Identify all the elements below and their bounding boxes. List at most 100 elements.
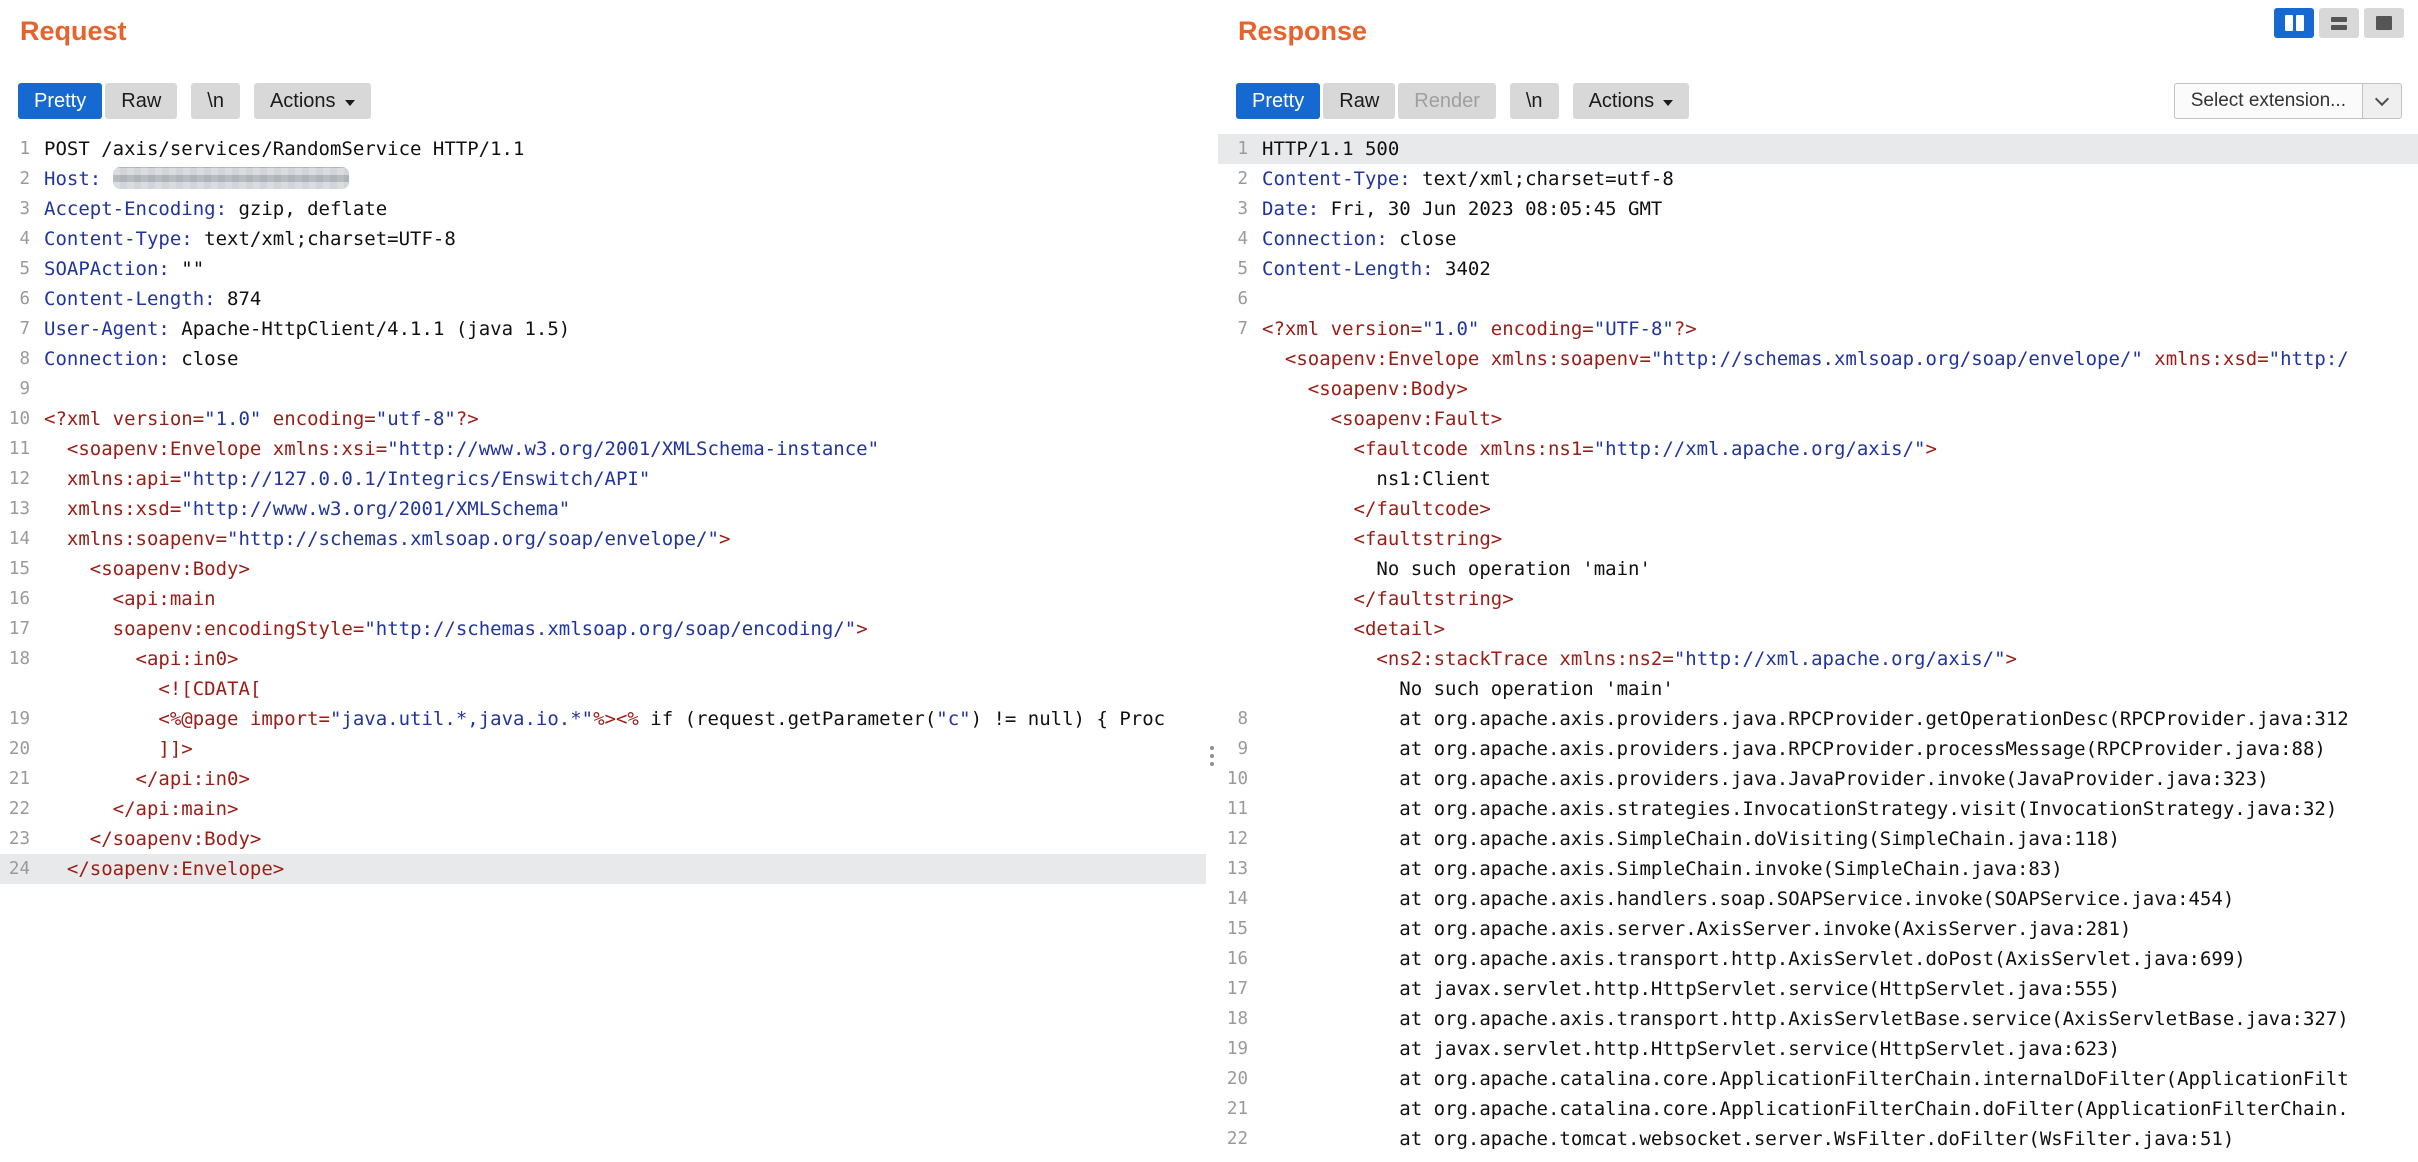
code-line: <faultstring>: [1218, 524, 2418, 554]
line-number: 18: [1218, 1004, 1248, 1034]
line-number: [1218, 464, 1248, 494]
line-number: 13: [1218, 854, 1248, 884]
code-line: 19 at javax.servlet.http.HttpServlet.ser…: [1218, 1034, 2418, 1064]
code-line-content: POST /axis/services/RandomService HTTP/1…: [44, 134, 524, 164]
code-line: 4Connection: close: [1218, 224, 2418, 254]
code-line-content: <ns2:stackTrace xmlns:ns2="http://xml.ap…: [1262, 644, 2017, 674]
response-pane: Response PrettyRawRender\nActions Select…: [1218, 0, 2418, 1162]
line-number: 21: [1218, 1094, 1248, 1124]
code-line-content: at javax.servlet.http.HttpServlet.servic…: [1262, 1034, 2120, 1064]
request-tab-newline[interactable]: \n: [191, 83, 240, 119]
chevron-down-icon: [2375, 91, 2389, 105]
response-tab-raw[interactable]: Raw: [1323, 83, 1395, 119]
response-tab-actions[interactable]: Actions: [1573, 83, 1690, 119]
code-line: 7User-Agent: Apache-HttpClient/4.1.1 (ja…: [0, 314, 1206, 344]
line-number: 19: [1218, 1034, 1248, 1064]
code-line: 7 <?xml version="1.0" encoding="UTF-8"?>: [1218, 314, 2418, 344]
line-number: 12: [0, 464, 30, 494]
code-line-content: Accept-Encoding: gzip, deflate: [44, 194, 387, 224]
http-message-viewer: Request PrettyRaw\nActions 1POST /axis/s…: [0, 0, 2418, 1162]
line-number: 2: [0, 164, 30, 194]
line-number: 5: [0, 254, 30, 284]
code-line: No such operation 'main': [1218, 554, 2418, 584]
code-line-content: Connection: close: [44, 344, 238, 374]
code-line: 12 at org.apache.axis.SimpleChain.doVisi…: [1218, 824, 2418, 854]
line-number: 14: [0, 524, 30, 554]
extension-select[interactable]: Select extension...: [2174, 83, 2402, 119]
code-line-content: </api:in0>: [44, 764, 250, 794]
chevron-down-icon: [345, 100, 355, 106]
code-line-content: at org.apache.axis.providers.java.RPCPro…: [1262, 734, 2326, 764]
line-number: [1218, 644, 1248, 674]
code-line-content: xmlns:xsd="http://www.w3.org/2001/XMLSch…: [44, 494, 570, 524]
code-line: 2Content-Type: text/xml;charset=utf-8: [1218, 164, 2418, 194]
line-number: [1218, 494, 1248, 524]
code-line: 10 at org.apache.axis.providers.java.Jav…: [1218, 764, 2418, 794]
code-line-content: Content-Length: 3402: [1262, 254, 1491, 284]
code-line: 2Host:: [0, 164, 1206, 194]
line-number: [1218, 674, 1248, 704]
line-number: 22: [0, 794, 30, 824]
code-line: 11 at org.apache.axis.strategies.Invocat…: [1218, 794, 2418, 824]
code-line: 15 <soapenv:Body>: [0, 554, 1206, 584]
code-line: 17 at javax.servlet.http.HttpServlet.ser…: [1218, 974, 2418, 1004]
line-number: 5: [1218, 254, 1248, 284]
line-number: 15: [1218, 914, 1248, 944]
code-line: 17 soapenv:encodingStyle="http://schemas…: [0, 614, 1206, 644]
tab-label: Pretty: [1252, 90, 1304, 113]
redacted-host-value: [113, 167, 349, 189]
line-number: 1: [1218, 134, 1248, 164]
code-line: 20 at org.apache.catalina.core.Applicati…: [1218, 1064, 2418, 1094]
extension-select-chevron-button[interactable]: [2362, 83, 2402, 119]
code-line: <soapenv:Body>: [1218, 374, 2418, 404]
code-line-content: at org.apache.axis.server.AxisServer.inv…: [1262, 914, 2131, 944]
code-line-content: <faultcode xmlns:ns1="http://xml.apache.…: [1262, 434, 1937, 464]
line-number: 22: [1218, 1124, 1248, 1154]
request-editor[interactable]: 1POST /axis/services/RandomService HTTP/…: [0, 134, 1206, 1162]
code-line-content: No such operation 'main': [1262, 674, 1674, 704]
extension-select-label[interactable]: Select extension...: [2174, 83, 2362, 119]
line-number: [1218, 554, 1248, 584]
code-line-content: <faultstring>: [1262, 524, 1502, 554]
code-line-content: </faultcode>: [1262, 494, 1491, 524]
line-number: 7: [1218, 314, 1248, 344]
code-line-content: at org.apache.axis.providers.java.RPCPro…: [1262, 704, 2349, 734]
line-number: 7: [0, 314, 30, 344]
line-number: 10: [0, 404, 30, 434]
line-number: 19: [0, 704, 30, 734]
request-tab-raw[interactable]: Raw: [105, 83, 177, 119]
response-tab-newline[interactable]: \n: [1510, 83, 1559, 119]
code-line: 16 at org.apache.axis.transport.http.Axi…: [1218, 944, 2418, 974]
code-line: 21 at org.apache.catalina.core.Applicati…: [1218, 1094, 2418, 1124]
layout-stacked-button[interactable]: [2319, 8, 2359, 38]
code-line: 18 <api:in0>: [0, 644, 1206, 674]
code-line: 1POST /axis/services/RandomService HTTP/…: [0, 134, 1206, 164]
layout-toggle: [2269, 8, 2404, 38]
code-line: ns1:Client: [1218, 464, 2418, 494]
code-line: <ns2:stackTrace xmlns:ns2="http://xml.ap…: [1218, 644, 2418, 674]
layout-side-by-side-button[interactable]: [2274, 8, 2314, 38]
line-number: 23: [0, 824, 30, 854]
line-number: 17: [1218, 974, 1248, 1004]
code-line: 22 </api:main>: [0, 794, 1206, 824]
code-line-content: <api:main: [44, 584, 216, 614]
code-line-content: <?xml version="1.0" encoding="UTF-8"?>: [1262, 314, 1697, 344]
layout-single-pane-button[interactable]: [2364, 8, 2404, 38]
code-line-content: at org.apache.axis.SimpleChain.doVisitin…: [1262, 824, 2120, 854]
code-line: No such operation 'main': [1218, 674, 2418, 704]
pane-splitter[interactable]: [1206, 0, 1218, 1162]
line-number: [1218, 524, 1248, 554]
code-line-content: <soapenv:Envelope xmlns:soapenv="http://…: [1262, 344, 2349, 374]
request-tab-pretty[interactable]: Pretty: [18, 83, 102, 119]
tab-label: Actions: [270, 90, 336, 113]
code-line-content: </faultstring>: [1262, 584, 1514, 614]
request-tab-actions[interactable]: Actions: [254, 83, 371, 119]
request-tabs: PrettyRaw \n Actions: [18, 83, 374, 119]
code-line-content: <soapenv:Fault>: [1262, 404, 1502, 434]
code-line: <detail>: [1218, 614, 2418, 644]
response-editor[interactable]: 1HTTP/1.1 5002Content-Type: text/xml;cha…: [1218, 134, 2418, 1162]
code-line: 8 at org.apache.axis.providers.java.RPCP…: [1218, 704, 2418, 734]
line-number: 8: [1218, 704, 1248, 734]
response-tab-render: Render: [1398, 83, 1496, 119]
response-tab-pretty[interactable]: Pretty: [1236, 83, 1320, 119]
